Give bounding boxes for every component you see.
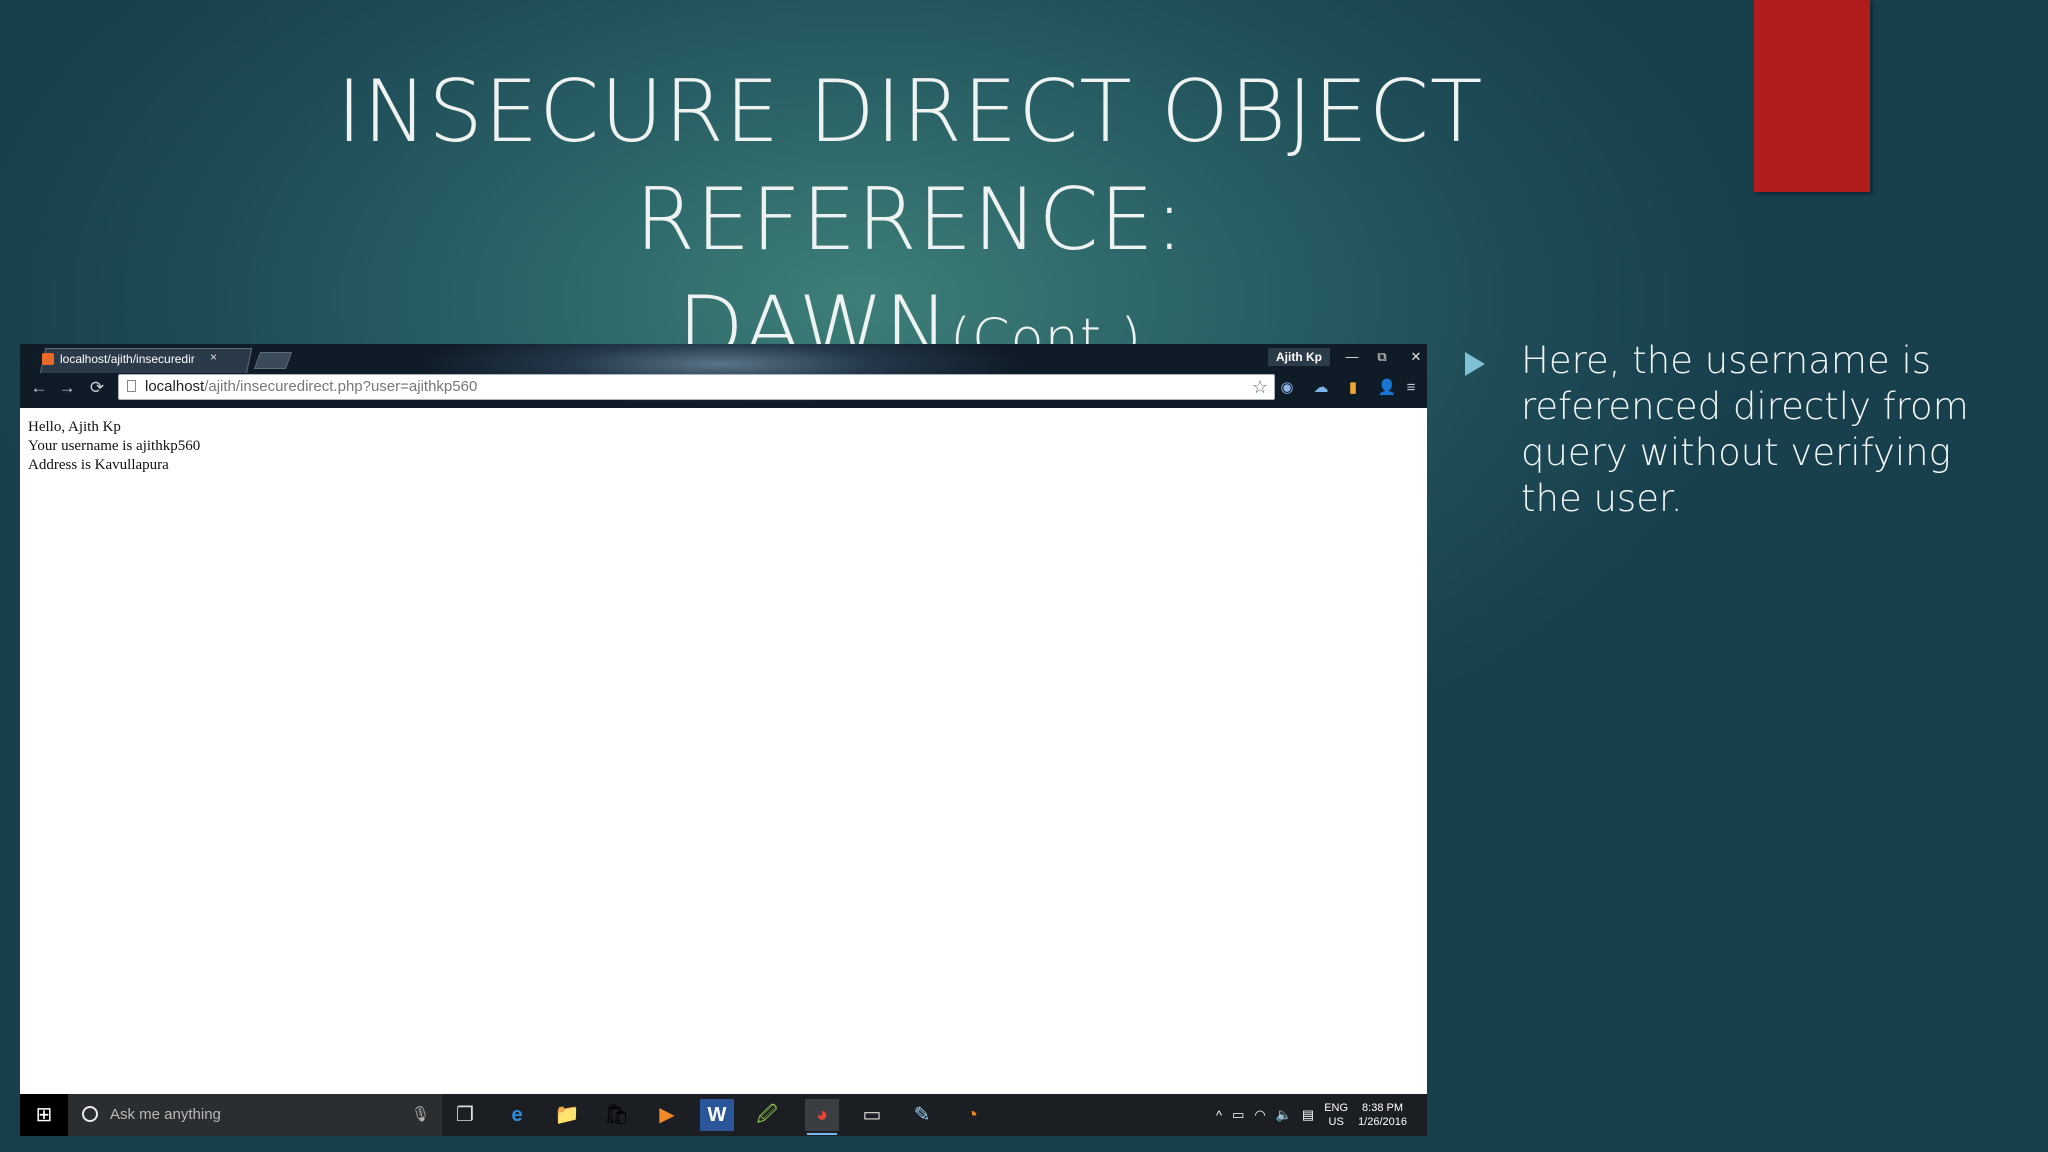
volume-icon[interactable]: 🔈 bbox=[1276, 1107, 1292, 1123]
page-content: Hello, Ajith Kp Your username is ajithkp… bbox=[28, 418, 200, 475]
lang-top: ENG bbox=[1324, 1102, 1349, 1114]
username-text: Your username is ajithkp560 bbox=[28, 438, 201, 454]
wifi-icon[interactable]: ◠ bbox=[1254, 1107, 1265, 1123]
language-indicator[interactable]: ENG US bbox=[1324, 1101, 1348, 1129]
chrome-glyph: ◕ bbox=[815, 1104, 829, 1126]
lang-bottom: US bbox=[1328, 1116, 1344, 1128]
chrome-icon[interactable]: ◕ bbox=[805, 1099, 839, 1135]
url-host: localhost bbox=[145, 378, 205, 395]
tab-close-icon[interactable]: × bbox=[210, 350, 217, 364]
cloud-extension-icon[interactable]: ☁ bbox=[1310, 377, 1332, 399]
microphone-icon[interactable]: 🎙 bbox=[411, 1094, 430, 1136]
store-icon[interactable]: 🛍 bbox=[600, 1099, 634, 1131]
bullet-arrow-icon bbox=[1465, 352, 1485, 376]
media-player-icon[interactable]: ▶ bbox=[650, 1099, 684, 1131]
title-line-1: INSECURE DIRECT OBJECT REFERENCE: bbox=[336, 62, 1484, 270]
clock-time: 8:38 PM bbox=[1362, 1102, 1404, 1114]
address-bar[interactable]: localhost/ajith/insecuredirect.php?user=… bbox=[118, 374, 1275, 400]
profile-name[interactable]: Ajith Kp bbox=[1268, 348, 1330, 366]
active-indicator bbox=[807, 1133, 837, 1135]
globe-extension-icon[interactable]: ◉ bbox=[1276, 377, 1298, 399]
forward-button[interactable]: → bbox=[56, 377, 78, 399]
system-tray: ^ ▭ ◠ 🔈 ▤ ENG US 8:38 PM 1/26/2016 bbox=[1216, 1094, 1407, 1136]
pencil-app-icon[interactable]: ✎ bbox=[905, 1099, 939, 1131]
back-button[interactable]: ← bbox=[28, 377, 50, 399]
file-explorer-icon[interactable]: 📁 bbox=[550, 1099, 584, 1131]
cortana-icon bbox=[82, 1106, 98, 1122]
action-center-icon[interactable]: ▤ bbox=[1302, 1107, 1314, 1123]
chart-extension-icon[interactable]: ▮ bbox=[1342, 377, 1364, 399]
edge-icon[interactable]: e bbox=[500, 1099, 534, 1131]
notepad-plus-icon[interactable]: 🖉 bbox=[750, 1099, 784, 1131]
address-text: Address is Kavullapura bbox=[28, 457, 169, 473]
taskbar: ⊞ Ask me anything 🎙 ❐ e 📁 🛍 ▶ W 🖉 ◕ ▭ ✎ … bbox=[20, 1094, 1427, 1136]
user-extension-icon[interactable]: 👤 bbox=[1376, 377, 1398, 399]
minimize-button[interactable]: — bbox=[1337, 348, 1367, 366]
tray-up-icon[interactable]: ^ bbox=[1216, 1108, 1222, 1123]
restore-button[interactable]: ⧉ bbox=[1367, 348, 1397, 366]
bookmark-star-icon[interactable]: ☆ bbox=[1252, 375, 1268, 399]
url-path: /ajith/insecuredirect.php?user=ajithkp56… bbox=[204, 378, 478, 395]
task-view-icon[interactable]: ❐ bbox=[448, 1099, 482, 1131]
browser-screenshot: localhost/ajith/insecuredir × Ajith Kp —… bbox=[20, 344, 1427, 1136]
battery-icon[interactable]: ▭ bbox=[1232, 1107, 1244, 1123]
accent-bar bbox=[1754, 0, 1870, 192]
new-tab-button[interactable] bbox=[253, 352, 293, 369]
search-placeholder: Ask me anything bbox=[110, 1106, 221, 1123]
clock-date: 1/26/2016 bbox=[1358, 1116, 1407, 1128]
tab-title: localhost/ajith/insecuredir bbox=[60, 352, 195, 366]
bullet-text: Here, the username is referenced directl… bbox=[1521, 339, 1969, 520]
page-icon bbox=[127, 380, 136, 392]
menu-icon[interactable]: ≡ bbox=[1400, 377, 1422, 399]
favicon-icon bbox=[42, 353, 54, 365]
greeting-text: Hello, Ajith Kp bbox=[28, 419, 121, 435]
browser-chrome: localhost/ajith/insecuredir × Ajith Kp —… bbox=[20, 344, 1427, 408]
close-window-button[interactable]: ✕ bbox=[1401, 348, 1427, 366]
windows-start-icon[interactable]: ⊞ bbox=[20, 1094, 68, 1136]
firefox-icon[interactable]: ◔ bbox=[955, 1099, 989, 1131]
clock[interactable]: 8:38 PM 1/26/2016 bbox=[1358, 1101, 1407, 1129]
cortana-search-box[interactable]: Ask me anything 🎙 bbox=[68, 1094, 442, 1136]
terminal-icon[interactable]: ▭ bbox=[855, 1099, 889, 1131]
word-icon[interactable]: W bbox=[700, 1099, 734, 1131]
reload-button[interactable]: ⟳ bbox=[86, 377, 108, 399]
